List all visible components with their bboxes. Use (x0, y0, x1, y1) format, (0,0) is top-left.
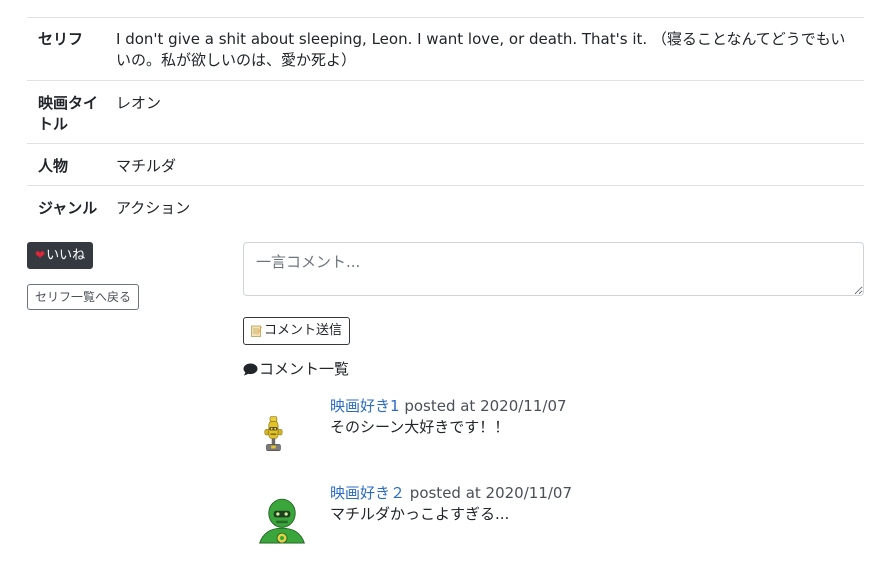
comment-posted-at: posted at 2020/11/07 (409, 484, 573, 502)
back-to-list-button[interactable]: セリフ一覧へ戻る (27, 284, 140, 310)
comment-meta: 映画好き２ posted at 2020/11/07 (330, 483, 572, 503)
detail-value: マチルダ (116, 157, 177, 175)
submit-comment-button[interactable]: コメント送信 (243, 317, 351, 345)
detail-row-title: 映画タイトル レオン (27, 80, 864, 143)
like-label: いいね (46, 248, 86, 263)
speech-bubble-icon (243, 363, 258, 376)
detail-label: セリフ (38, 30, 84, 48)
detail-row-quote: セリフ I don't give a shit about sleeping, … (27, 17, 864, 80)
comment-text: そのシーン大好きです！！ (330, 418, 510, 436)
comment-input[interactable] (243, 242, 864, 296)
comments-heading: コメント一覧 (243, 359, 349, 379)
comments-heading-label: コメント一覧 (259, 360, 350, 378)
detail-label: ジャンル (38, 199, 98, 217)
comment-text: マチルダかっこよすぎる... (330, 505, 510, 523)
detail-value: I don't give a shit about sleeping, Leon… (116, 30, 846, 69)
detail-value: レオン (116, 94, 162, 112)
detail-label: 映画タイトル (38, 94, 99, 133)
comment-user-link[interactable]: 映画好き1 (330, 397, 400, 415)
green-robot-avatar (259, 498, 305, 544)
detail-value: アクション (116, 199, 191, 217)
detail-label: 人物 (38, 157, 69, 175)
detail-row-genre: ジャンル アクション (27, 185, 864, 227)
yellow-robot-avatar (264, 416, 283, 452)
detail-row-character: 人物 マチルダ (27, 143, 864, 185)
memo-icon (251, 325, 262, 337)
heart-icon: ❤ (35, 248, 46, 262)
detail-table: セリフ I don't give a shit about sleeping, … (27, 17, 864, 227)
comment-meta: 映画好き1 posted at 2020/11/07 (330, 396, 567, 416)
comment-posted-at: posted at 2020/11/07 (404, 397, 567, 415)
submit-comment-label: コメント送信 (264, 323, 343, 338)
like-button[interactable]: ❤ いいね (27, 242, 94, 269)
comment-user-link[interactable]: 映画好き２ (330, 484, 405, 502)
